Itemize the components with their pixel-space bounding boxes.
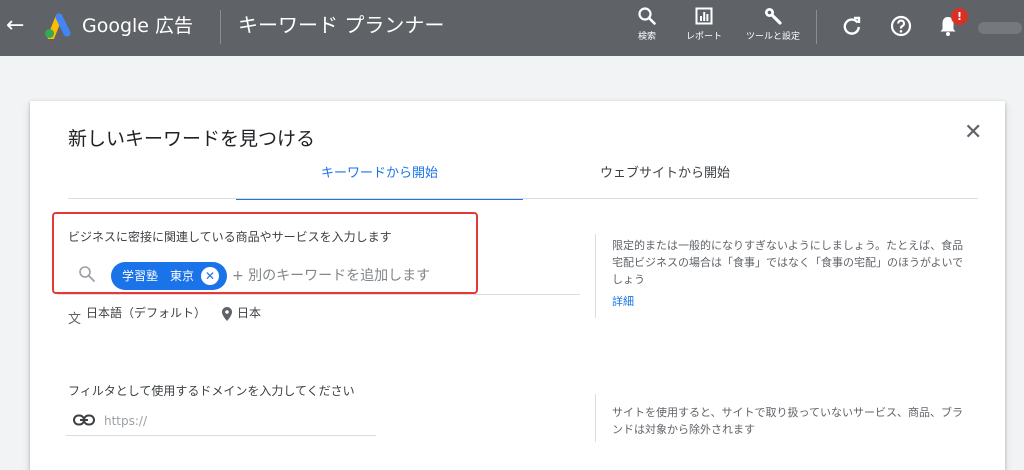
domain-input-underline (66, 435, 376, 436)
tabs-divider (68, 198, 978, 199)
dialog-title: 新しいキーワードを見つける (68, 128, 316, 150)
details-link[interactable]: 詳細 (612, 294, 634, 310)
add-keyword-input[interactable] (232, 263, 462, 289)
domain-section-label: フィルタとして使用するドメインを入力してください (68, 384, 355, 398)
keyword-section-label: ビジネスに密接に関連している商品やサービスを入力します (68, 230, 392, 244)
help-divider-bottom (595, 394, 596, 442)
keyword-chip-text: 学習塾 東京 (122, 269, 195, 283)
language-selector[interactable]: 日本語（デフォルト） (86, 305, 206, 321)
search-icon (638, 7, 656, 25)
nav-report-label: レポート (685, 32, 722, 42)
tab-start-with-keywords[interactable]: キーワードから開始 (236, 164, 523, 200)
help-icon[interactable] (889, 14, 913, 38)
report-icon (695, 7, 713, 25)
location-pin-icon (222, 307, 232, 321)
nav-search-label: 検索 (637, 32, 656, 42)
nav-report-button[interactable]: レポート (677, 6, 731, 43)
page-title: キーワード プランナー (238, 13, 445, 37)
refresh-icon[interactable] (840, 14, 864, 38)
account-name-blurred[interactable] (978, 22, 1022, 34)
nav-tools-label: ツールと設定 (746, 32, 801, 42)
help-divider-top (595, 234, 596, 318)
keyword-chip[interactable]: 学習塾 東京 ✕ (111, 262, 227, 290)
header-divider-right (816, 10, 817, 44)
notification-badge[interactable]: ! (951, 8, 968, 25)
domain-url-input[interactable] (104, 410, 374, 432)
location-selector[interactable]: 日本 (237, 305, 261, 321)
wrench-icon (765, 8, 782, 25)
close-icon[interactable]: ✕ (964, 121, 982, 145)
link-icon (73, 414, 95, 426)
tab-start-with-website[interactable]: ウェブサイトから開始 (565, 164, 765, 199)
top-app-bar: ← Google 広告 キーワード プランナー 検索 レポート ツールと設定 ! (0, 0, 1024, 56)
google-ads-logo (45, 13, 71, 39)
header-divider (220, 10, 221, 44)
back-arrow-icon[interactable]: ← (6, 12, 24, 40)
brand-name[interactable]: Google 広告 (82, 13, 193, 39)
translate-icon: 文 (68, 312, 82, 327)
remove-chip-icon[interactable]: ✕ (201, 267, 219, 285)
keyword-help-text: 限定的または一般的になりすぎないようにしましょう。たとえば、食品宅配ビジネスの場… (612, 239, 964, 286)
search-icon (79, 266, 95, 282)
nav-search-button[interactable]: 検索 (620, 6, 674, 43)
find-keywords-dialog: 新しいキーワードを見つける ✕ キーワードから開始 ウェブサイトから開始 ビジネ… (30, 101, 1005, 470)
keyword-input-underline (58, 294, 580, 295)
nav-tools-button[interactable]: ツールと設定 (746, 6, 800, 43)
domain-help-text: サイトを使用すると、サイトで取り扱っていないサービス、商品、ブランドは対象から除… (612, 406, 964, 436)
